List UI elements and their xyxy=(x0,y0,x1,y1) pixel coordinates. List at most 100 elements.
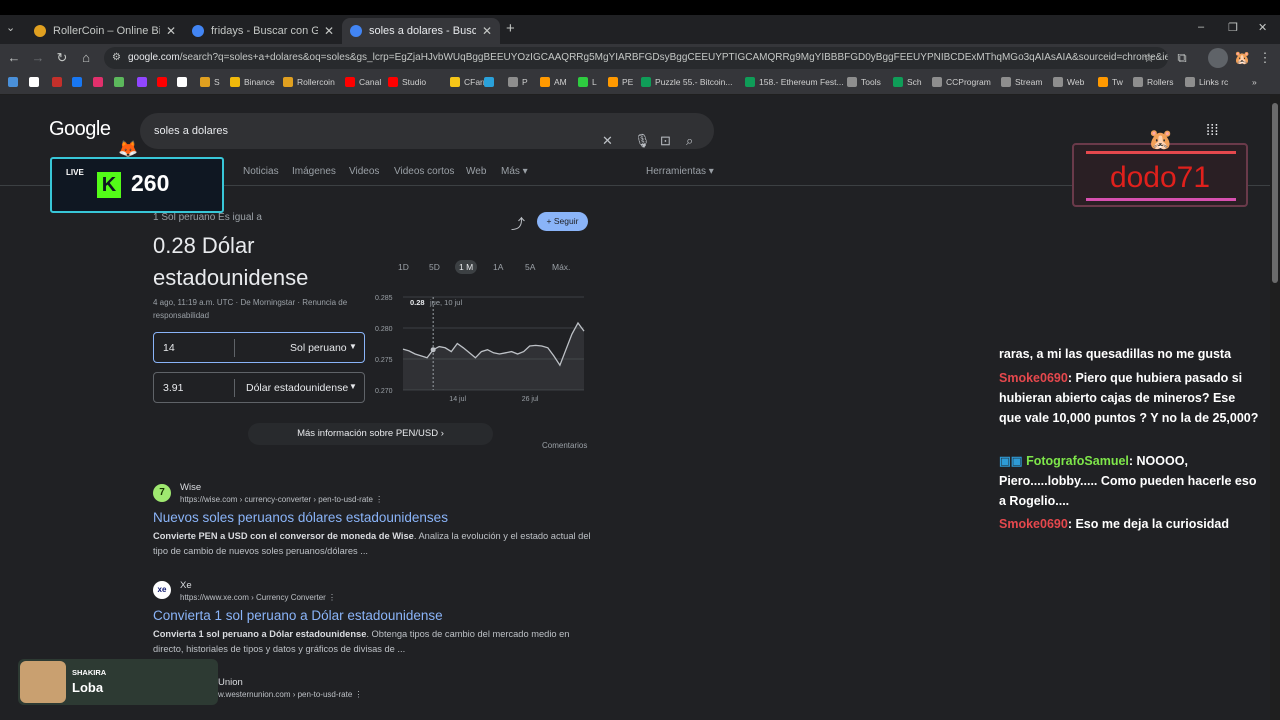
bookmark-item[interactable]: Rollercoin xyxy=(283,77,335,87)
search-icon[interactable]: ⌕ xyxy=(686,123,693,159)
bookmark-item[interactable] xyxy=(72,77,86,87)
bookmark-favicon-icon xyxy=(1133,77,1143,87)
profile-avatar[interactable] xyxy=(1208,48,1228,68)
search-input[interactable]: soles a dolares ✕ 🎙 ⊡ ⌕ xyxy=(140,113,714,149)
to-currency-select[interactable]: Dólar estadounidense xyxy=(246,382,348,394)
result-url[interactable]: w.westernunion.com › pen-to-usd-rate ⋮ xyxy=(218,690,363,699)
bookmark-item[interactable]: Puzzle 55.- Bitcoin... xyxy=(641,77,732,87)
bookmark-item[interactable] xyxy=(177,77,191,87)
share-icon[interactable]: ⤴ xyxy=(511,214,525,234)
from-currency-select[interactable]: Sol peruano xyxy=(290,342,347,354)
bookmark-item[interactable]: AM xyxy=(540,77,567,87)
result-url[interactable]: https://wise.com › currency-converter › … xyxy=(180,495,383,504)
bookmark-item[interactable]: PE xyxy=(608,77,633,87)
bookmark-item[interactable]: Binance xyxy=(230,77,275,87)
extensions-icon[interactable]: ⧉ xyxy=(1174,50,1190,66)
bookmark-item[interactable]: S xyxy=(200,77,220,87)
tab-mas[interactable]: Más ▾ xyxy=(501,166,528,177)
home-icon[interactable]: ⌂ xyxy=(78,50,94,65)
streamer-name-plate: dodo71 xyxy=(1072,143,1248,207)
hover-point xyxy=(430,347,436,353)
from-amount-field[interactable]: 14 Sol peruano ▼ xyxy=(153,332,365,363)
forward-arrow-icon[interactable]: → xyxy=(30,50,46,65)
tab-web[interactable]: Web xyxy=(466,166,486,177)
bookmark-item[interactable]: Studio xyxy=(388,77,426,87)
tools-button[interactable]: Herramientas ▾ xyxy=(646,166,714,177)
bookmark-item[interactable]: Rollers xyxy=(1133,77,1173,87)
back-arrow-icon[interactable]: ← xyxy=(6,50,22,65)
bookmark-item[interactable] xyxy=(157,77,171,87)
close-window-button[interactable]: ✕ xyxy=(1258,21,1267,34)
lens-icon[interactable]: ⊡ xyxy=(660,123,671,159)
apps-grid-icon[interactable]: ⁞⁞⁞ xyxy=(1206,122,1219,139)
close-tab-icon[interactable]: ✕ xyxy=(166,24,176,38)
bookmark-item[interactable] xyxy=(93,77,107,87)
clear-search-icon[interactable]: ✕ xyxy=(602,123,613,159)
close-tab-icon[interactable]: ✕ xyxy=(482,24,492,38)
y-tick-label: 0.285 xyxy=(375,295,393,302)
bookmark-item[interactable] xyxy=(8,77,22,87)
page-scrollbar[interactable] xyxy=(1270,95,1280,720)
reload-icon[interactable]: ↻ xyxy=(54,50,70,66)
scrollbar-thumb[interactable] xyxy=(1272,103,1278,283)
result-site-name[interactable]: Wise xyxy=(180,482,201,493)
new-tab-button[interactable]: + xyxy=(506,20,515,37)
tab-soles-a-dolares[interactable]: soles a dolares - Buscar con Google ✕ xyxy=(342,18,500,44)
microphone-icon[interactable]: 🎙 xyxy=(634,123,651,159)
exchange-rate-chart[interactable]: 0.285 0.280 0.275 0.270 0.28 jue, 10 jul 14 ju… xyxy=(370,290,590,405)
result-url[interactable]: https://www.xe.com › Currency Converter … xyxy=(180,593,336,602)
range-1a[interactable]: 1A xyxy=(493,262,503,272)
tab-rollercoin[interactable]: RollerCoin – Online Bitcoin Mining ✕ xyxy=(26,18,184,44)
bookmark-item[interactable]: Tools xyxy=(847,77,881,87)
bookmark-item[interactable]: P xyxy=(508,77,528,87)
range-1m[interactable]: 1 M xyxy=(455,260,478,274)
result-site-name[interactable]: Xe xyxy=(180,580,192,591)
follow-button[interactable]: + Seguir xyxy=(537,212,588,231)
bookmark-item[interactable]: CCProgram xyxy=(932,77,991,87)
bookmark-star-icon[interactable]: ☆ xyxy=(1141,50,1157,66)
more-info-button[interactable]: Más información sobre PEN/USD › xyxy=(248,423,493,445)
bookmark-item[interactable]: Canal xyxy=(345,77,381,87)
range-5a[interactable]: 5A xyxy=(525,262,535,272)
feedback-link[interactable]: Comentarios xyxy=(542,441,587,450)
y-tick-label: 0.270 xyxy=(375,388,393,395)
google-logo[interactable]: Google xyxy=(49,118,111,141)
bookmark-item[interactable] xyxy=(114,77,128,87)
bookmark-item[interactable] xyxy=(484,77,498,87)
tab-noticias[interactable]: Noticias xyxy=(243,166,279,177)
result-title-link[interactable]: Nuevos soles peruanos dólares estadounid… xyxy=(153,510,448,525)
address-bar[interactable]: ⚙ google.com/search?q=soles+a+dolares&oq… xyxy=(104,47,1168,69)
bookmark-item[interactable]: L xyxy=(578,77,597,87)
minimize-button[interactable]: – xyxy=(1198,21,1204,33)
bookmark-item[interactable] xyxy=(137,77,151,87)
now-playing-widget: SHAKIRA Loba xyxy=(18,659,218,705)
tab-search-chevron-icon[interactable]: ⌄ xyxy=(6,21,15,34)
rollercoin-extension-icon[interactable]: 🐹 xyxy=(1234,50,1250,66)
range-5d[interactable]: 5D xyxy=(429,262,440,272)
menu-kebab-icon[interactable]: ⋮ xyxy=(1257,50,1273,66)
tab-videos-cortos[interactable]: Videos cortos xyxy=(394,166,454,177)
bookmark-item[interactable]: Sch xyxy=(893,77,922,87)
to-amount-field[interactable]: 3.91 Dólar estadounidense ▼ xyxy=(153,372,365,403)
tab-fridays[interactable]: fridays - Buscar con Google ✕ xyxy=(184,18,342,44)
result-site-name[interactable]: Union xyxy=(218,677,243,688)
bookmark-item[interactable]: Tw xyxy=(1098,77,1123,87)
result-title-link[interactable]: Convierta 1 sol peruano a Dólar estadoun… xyxy=(153,608,443,623)
bookmark-item[interactable] xyxy=(29,77,43,87)
bookmark-item[interactable]: 158.- Ethereum Fest... xyxy=(745,77,844,87)
tab-imagenes[interactable]: Imágenes xyxy=(292,166,336,177)
bookmark-item[interactable]: Links rc xyxy=(1185,77,1228,87)
bookmark-item[interactable]: Stream xyxy=(1001,77,1042,87)
maximize-button[interactable]: ❐ xyxy=(1228,21,1238,34)
bookmark-item[interactable]: Web xyxy=(1053,77,1084,87)
site-info-icon[interactable]: ⚙ xyxy=(112,47,121,69)
converter-subtitle: 1 Sol peruano Es igual a xyxy=(153,212,262,223)
chat-message: raras, a mi las quesadillas no me gusta xyxy=(999,347,1232,361)
bookmark-favicon-icon xyxy=(540,77,550,87)
bookmarks-overflow-icon[interactable]: » xyxy=(1252,77,1257,87)
close-tab-icon[interactable]: ✕ xyxy=(324,24,334,38)
range-max[interactable]: Máx. xyxy=(552,262,570,272)
bookmark-item[interactable] xyxy=(52,77,66,87)
range-1d[interactable]: 1D xyxy=(398,262,409,272)
tab-videos[interactable]: Videos xyxy=(349,166,379,177)
